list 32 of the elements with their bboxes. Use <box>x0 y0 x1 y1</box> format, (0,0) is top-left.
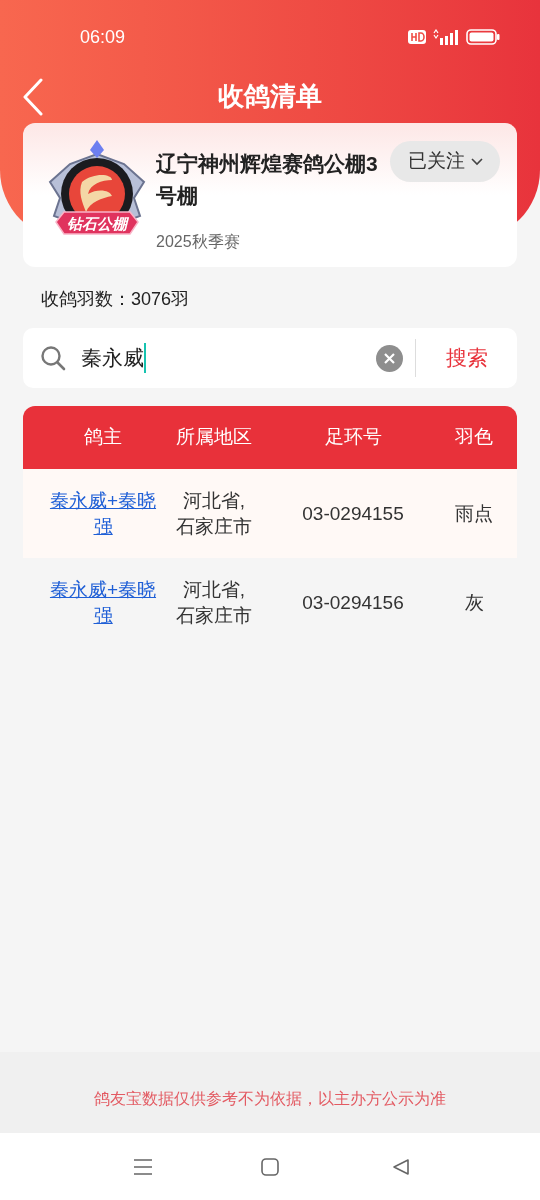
search-field[interactable]: 秦永威 <box>81 342 376 374</box>
table-cell-text: 雨点 <box>454 501 494 526</box>
disclaimer-text: 鸽友宝数据仅供参考不为依据，以主办方公示为准 <box>94 1088 446 1109</box>
status-time: 06:09 <box>80 25 126 49</box>
battery-icon <box>466 29 500 45</box>
signal-icon <box>432 29 460 45</box>
menu-icon[interactable] <box>133 1157 153 1176</box>
owner-link[interactable]: 秦永威+秦晓强 <box>45 487 161 540</box>
column-header: 所属地区 <box>176 425 252 450</box>
table-cell-text: 03-0294155 <box>301 501 405 526</box>
pigeon-count: 收鸽羽数：3076羽 <box>41 288 191 311</box>
home-square-icon[interactable] <box>261 1157 279 1176</box>
season-label: 2025秋季赛 <box>156 232 241 252</box>
table-cell-text: 河北省,石家庄市 <box>176 488 252 539</box>
hd-icon <box>408 30 426 44</box>
column-header: 足环号 <box>323 425 383 450</box>
table-cell-text: 03-0294156 <box>301 590 405 615</box>
page-title: 收鸽清单 <box>218 79 322 113</box>
follow-dropdown-button[interactable]: 已关注 <box>390 141 500 182</box>
clear-icon[interactable] <box>376 344 403 372</box>
text-cursor <box>144 343 146 373</box>
column-header: 羽色 <box>454 425 494 450</box>
back-triangle-icon[interactable] <box>392 1157 410 1176</box>
owner-link[interactable]: 秦永威+秦晓强 <box>45 576 161 629</box>
loft-name: 辽宁神州辉煌赛鸽公棚3号棚 <box>156 151 379 209</box>
column-header: 鸽主 <box>83 425 123 450</box>
search-button[interactable]: 搜索 <box>416 328 517 388</box>
search-icon <box>40 345 66 371</box>
back-icon[interactable] <box>22 78 44 116</box>
chevron-down-icon <box>470 157 483 166</box>
table-cell-text: 灰 <box>463 590 485 615</box>
table-cell-text: 河北省,石家庄市 <box>176 577 252 628</box>
